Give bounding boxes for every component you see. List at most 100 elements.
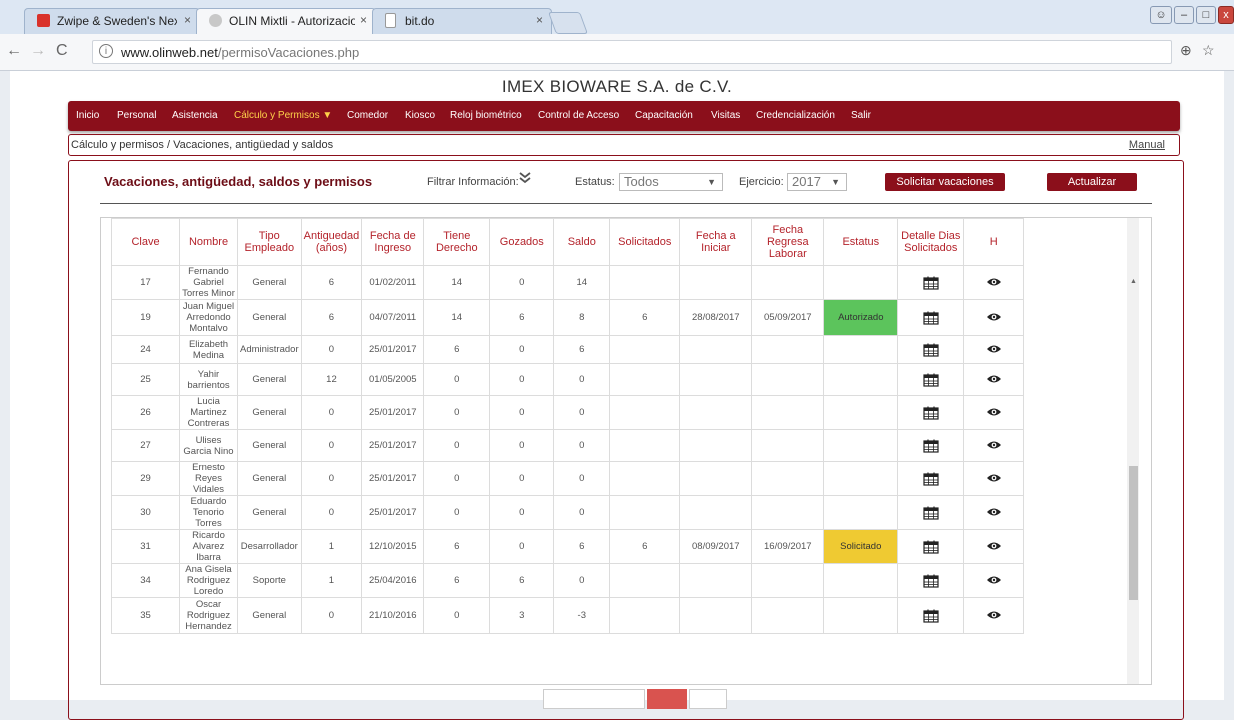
year-select[interactable]: 2017 ▼ (787, 173, 847, 191)
calendar-icon[interactable] (923, 406, 939, 420)
cell-antig: 0 (300, 429, 363, 462)
zoom-icon[interactable]: ⊕ (1180, 42, 1192, 59)
calendar-icon[interactable] (923, 276, 939, 290)
cell-detalle (897, 395, 965, 430)
nav-item-visitas[interactable]: Visitas (711, 110, 740, 121)
nav-item-salir[interactable]: Salir (851, 110, 871, 121)
tab-close-icon[interactable]: × (536, 13, 543, 27)
scrollbar-thumb[interactable] (1129, 466, 1138, 600)
calendar-icon[interactable] (923, 609, 939, 623)
double-chevron-down-icon[interactable] (518, 171, 532, 190)
cell-iniciar (679, 335, 753, 364)
cell-saldo: 6 (553, 529, 611, 564)
calendar-icon[interactable] (923, 506, 939, 520)
back-arrow-icon[interactable]: ← (6, 42, 22, 60)
browser-tab-3[interactable]: bit.do × (372, 8, 552, 34)
browser-tab-2-active[interactable]: OLIN Mixtli - Autorizacio × (196, 8, 376, 34)
calendar-icon[interactable] (923, 472, 939, 486)
cell-regresa (751, 395, 825, 430)
cell-tipo: Soporte (237, 563, 302, 598)
nav-item-inicio[interactable]: Inicio (76, 110, 99, 121)
address-bar[interactable]: i www.olinweb.net/permisoVacaciones.php (92, 40, 1172, 64)
pagination-prev[interactable] (543, 689, 645, 709)
pagination-current-page[interactable] (647, 689, 687, 709)
eye-icon[interactable] (986, 575, 1002, 585)
nav-item-control-acceso[interactable]: Control de Acceso (538, 110, 619, 121)
user-profile-icon[interactable]: ☺ (1150, 6, 1172, 24)
col-header: Fecha a Iniciar (679, 218, 753, 266)
calendar-icon[interactable] (923, 574, 939, 588)
cell-estatus (823, 461, 899, 496)
cell-saldo: 0 (553, 395, 611, 430)
scrollbar-track[interactable] (1127, 218, 1139, 684)
eye-icon[interactable] (986, 407, 1002, 417)
cell-nombre: Ricardo Alvarez Ibarra (179, 529, 238, 564)
cell-antig: 1 (300, 529, 363, 564)
eye-icon[interactable] (986, 312, 1002, 322)
cell-clave: 24 (111, 335, 180, 364)
eye-icon[interactable] (986, 344, 1002, 354)
eye-icon[interactable] (986, 473, 1002, 483)
eye-icon[interactable] (986, 374, 1002, 384)
info-icon[interactable]: i (99, 44, 113, 58)
browser-tab-1[interactable]: Zwipe & Sweden's Nexus × (24, 8, 200, 34)
calendar-icon[interactable] (923, 343, 939, 357)
close-window-icon[interactable]: x (1218, 6, 1234, 24)
tab-close-icon[interactable]: × (360, 13, 367, 27)
cell-saldo: 8 (553, 299, 611, 336)
nav-item-reloj[interactable]: Reloj biométrico (450, 110, 522, 121)
calendar-icon[interactable] (923, 373, 939, 387)
eye-icon[interactable] (986, 440, 1002, 450)
manual-link[interactable]: Manual (1129, 139, 1165, 151)
cell-iniciar (679, 395, 753, 430)
cell-iniciar (679, 429, 753, 462)
cell-solicitados (609, 563, 681, 598)
tab-label: bit.do (405, 14, 435, 28)
table-row: 27 Ulises Garcia Nino General 0 25/01/2017 0 0… (111, 429, 1025, 462)
minimize-icon[interactable]: – (1174, 6, 1194, 24)
cell-nombre: Oscar Rodriguez Hernandez (179, 597, 238, 634)
calendar-icon[interactable] (923, 540, 939, 554)
calendar-icon[interactable] (923, 439, 939, 453)
cell-h (963, 563, 1025, 598)
reload-icon[interactable]: C (56, 42, 68, 60)
table-row: 19 Juan Miguel Arredondo Montalvo General 6… (111, 299, 1025, 336)
cell-estatus (823, 597, 899, 634)
nav-item-personal[interactable]: Personal (117, 110, 156, 121)
nav-item-asistencia[interactable]: Asistencia (172, 110, 218, 121)
pagination-next[interactable] (689, 689, 727, 709)
nav-item-credencializacion[interactable]: Credencialización (756, 110, 835, 121)
cell-detalle (897, 265, 965, 300)
update-button[interactable]: Actualizar (1047, 173, 1137, 191)
cell-clave: 35 (111, 597, 180, 634)
cell-iniciar (679, 265, 753, 300)
url-domain: www.olinweb.net (121, 45, 218, 60)
new-tab-button[interactable] (547, 12, 589, 34)
status-select[interactable]: Todos ▼ (619, 173, 723, 191)
nav-item-capacitacion[interactable]: Capacitación (635, 110, 693, 121)
cell-estatus (823, 395, 899, 430)
eye-icon[interactable] (986, 507, 1002, 517)
nav-item-calculo[interactable]: Cálculo y Permisos ▼ (234, 110, 332, 121)
nav-item-comedor[interactable]: Comedor (347, 110, 388, 121)
eye-icon[interactable] (986, 277, 1002, 287)
cell-saldo: 0 (553, 429, 611, 462)
page-favicon-icon (385, 13, 396, 28)
nav-item-kiosco[interactable]: Kiosco (405, 110, 435, 121)
calendar-icon[interactable] (923, 311, 939, 325)
divider (100, 203, 1152, 204)
request-vacation-button[interactable]: Solicitar vacaciones (885, 173, 1005, 191)
tab-close-icon[interactable]: × (184, 13, 191, 27)
eye-icon[interactable] (986, 541, 1002, 551)
cell-derecho: 0 (423, 495, 491, 530)
cell-detalle (897, 299, 965, 336)
maximize-icon[interactable]: □ (1196, 6, 1216, 24)
bookmark-star-icon[interactable]: ☆ (1202, 42, 1215, 59)
page-content: IMEX BIOWARE S.A. de C.V. Inicio Persona… (10, 71, 1224, 720)
forward-arrow-icon[interactable]: → (30, 42, 46, 60)
eye-icon[interactable] (986, 610, 1002, 620)
cell-derecho: 0 (423, 461, 491, 496)
browser-tabstrip: Zwipe & Sweden's Nexus × OLIN Mixtli - A… (0, 0, 1234, 34)
cell-regresa (751, 563, 825, 598)
scroll-up-arrow-icon[interactable]: ▲ (1130, 278, 1137, 285)
